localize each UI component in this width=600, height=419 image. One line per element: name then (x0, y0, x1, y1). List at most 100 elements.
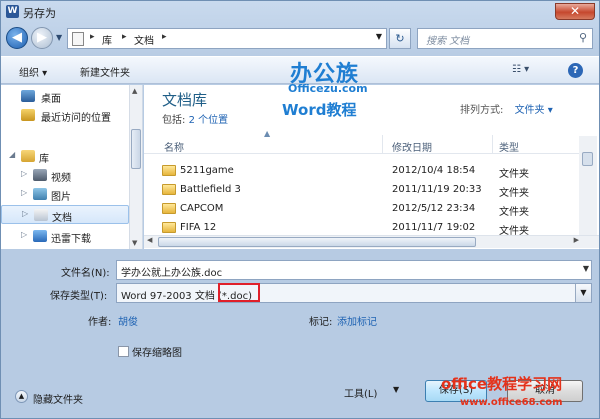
column-name[interactable]: 名称 (164, 139, 184, 154)
expand-icon[interactable]: ▷ (22, 209, 28, 218)
expand-icon[interactable]: ▷ (21, 230, 27, 239)
column-date-modified[interactable]: 修改日期 (392, 139, 432, 154)
documents-icon (34, 209, 48, 221)
scroll-left-icon[interactable]: ◀ (147, 236, 152, 244)
scroll-right-icon[interactable]: ▶ (574, 236, 579, 244)
file-type: 文件夹 (499, 207, 529, 218)
expand-icon[interactable]: ▷ (21, 169, 27, 178)
column-divider[interactable] (492, 135, 493, 154)
breadcrumb-arrow-icon[interactable]: ▸ (122, 32, 127, 42)
new-folder-button[interactable]: 新建文件夹 (80, 64, 130, 79)
sidebar-item-library[interactable]: ◢ 库 (1, 147, 129, 166)
breadcrumb-documents[interactable]: 文档 (134, 32, 154, 47)
watermark-corner-url: www.office68.com (460, 397, 563, 408)
address-dropdown-icon[interactable]: ▼ (376, 32, 382, 41)
sidebar-item-label: 视频 (51, 173, 71, 184)
filename-value: 学办公就上办公族.doc (121, 268, 223, 279)
folder-icon (162, 184, 176, 195)
sidebar-item-pictures[interactable]: ▷ 图片 (1, 185, 129, 204)
sidebar-item-desktop[interactable]: 桌面 (1, 87, 129, 106)
scroll-thumb[interactable] (131, 129, 141, 169)
save-thumbnail-label: 保存缩略图 (132, 348, 182, 359)
column-type[interactable]: 类型 (499, 139, 519, 154)
word-app-icon: W (6, 5, 19, 18)
author-field[interactable]: 胡俊 (118, 313, 138, 328)
sidebar-item-label: 迅雷下载 (51, 234, 91, 245)
breadcrumb-arrow-icon[interactable]: ▸ (90, 32, 95, 42)
arrange-by: 排列方式: 文件夹 ▾ (460, 101, 553, 116)
forward-button[interactable]: ▶ (31, 27, 53, 49)
breadcrumb-library[interactable]: 库 (102, 32, 112, 47)
tools-dropdown-icon[interactable]: ▼ (393, 385, 399, 394)
column-header: 名称 修改日期 类型 (144, 135, 584, 154)
file-type: 文件夹 (499, 169, 529, 180)
scroll-thumb[interactable] (582, 152, 593, 166)
filetype-select[interactable]: Word 97-2003 文档 (*.doc) ▼ (116, 283, 592, 303)
back-button[interactable]: ◀ (6, 27, 28, 49)
breadcrumb-arrow-icon[interactable]: ▸ (162, 32, 167, 42)
sidebar-item-label: 文档 (52, 213, 72, 224)
navigation-scrollbar[interactable]: ▲ ▼ (129, 85, 142, 249)
history-dropdown-icon[interactable]: ▼ (56, 33, 62, 42)
folder-icon (162, 222, 176, 233)
arrange-by-dropdown[interactable]: 文件夹 ▾ (515, 105, 553, 116)
table-row[interactable]: 5211game 2012/10/4 18:54 文件夹 (162, 162, 582, 181)
library-icon (21, 150, 35, 162)
filetype-dropdown-icon[interactable]: ▼ (575, 284, 591, 302)
table-row[interactable]: Battlefield 3 2011/11/19 20:33 文件夹 (162, 181, 582, 200)
filename-dropdown-icon[interactable]: ▼ (583, 264, 589, 273)
address-bar[interactable]: ▸ 库 ▸ 文档 ▸ ▼ (67, 28, 387, 49)
tools-button[interactable]: 工具(L) (344, 385, 377, 400)
recent-places-icon (21, 109, 35, 121)
organize-button[interactable]: 组织 ▾ (19, 64, 47, 79)
filetype-label: 保存类型(T): (50, 291, 108, 302)
file-name: Battlefield 3 (180, 184, 241, 195)
scroll-thumb[interactable] (158, 237, 476, 247)
search-input[interactable]: 搜索 文档 ⚲ (417, 28, 593, 49)
watermark-corner: office教程学习网 (441, 375, 563, 393)
file-date: 2011/11/19 20:33 (392, 184, 482, 195)
file-name: FIFA 12 (180, 222, 217, 233)
file-date: 2012/5/12 23:34 (392, 203, 476, 214)
column-divider[interactable] (382, 135, 383, 154)
views-icon[interactable]: ☷ ▾ (512, 64, 529, 75)
hide-folders-button[interactable]: 隐藏文件夹 (33, 391, 83, 406)
folder-icon (162, 203, 176, 214)
scroll-up-icon[interactable]: ▲ (132, 87, 137, 95)
library-includes: 包括: 2 个位置 (162, 111, 228, 126)
watermark-site: Officezu.com (288, 82, 368, 95)
vertical-scrollbar[interactable] (579, 136, 597, 236)
sidebar-item-label: 图片 (51, 192, 71, 203)
sidebar-item-thunder-download[interactable]: ▷ 迅雷下载 (1, 227, 129, 246)
horizontal-scrollbar[interactable]: ◀ ▶ (144, 235, 599, 248)
expand-icon[interactable]: ▷ (21, 188, 27, 197)
scroll-down-icon[interactable]: ▼ (132, 239, 137, 247)
library-title: 文档库 (162, 91, 208, 109)
filename-label: 文件名(N): (61, 268, 110, 279)
sidebar-item-recent-places[interactable]: 最近访问的位置 (1, 106, 129, 125)
help-icon[interactable]: ? (568, 63, 583, 78)
table-row[interactable]: CAPCOM 2012/5/12 23:34 文件夹 (162, 200, 582, 219)
tags-field[interactable]: 添加标记 (337, 313, 377, 328)
sidebar-item-video[interactable]: ▷ 视频 (1, 166, 129, 185)
file-type: 文件夹 (499, 188, 529, 199)
hide-folders-icon[interactable]: ▲ (15, 390, 28, 403)
sidebar-item-documents[interactable]: ▷ 文档 (1, 205, 129, 224)
close-button[interactable]: ✕ (555, 3, 595, 20)
file-date: 2012/10/4 18:54 (392, 165, 476, 176)
tags-label: 标记: (309, 317, 333, 328)
file-list-pane: 文档库 包括: 2 个位置 排列方式: 文件夹 ▾ ▲ 名称 修改日期 类型 5… (144, 85, 599, 249)
video-icon (33, 169, 47, 181)
includes-label: 包括: (162, 115, 186, 126)
title-bar: W 另存为 ✕ (1, 1, 599, 23)
filename-input[interactable]: 学办公就上办公族.doc ▼ (116, 260, 592, 280)
includes-locations-link[interactable]: 2 个位置 (189, 115, 229, 126)
folder-icon (162, 165, 176, 176)
refresh-button[interactable]: ↻ (389, 28, 411, 49)
arrange-label: 排列方式: (460, 105, 504, 116)
save-as-dialog: W 另存为 ✕ ◀ ▶ ▼ ▸ 库 ▸ 文档 ▸ ▼ ↻ 搜索 文档 ⚲ 组织 … (0, 0, 600, 419)
collapse-icon[interactable]: ◢ (9, 150, 15, 159)
window-title: 另存为 (23, 7, 56, 20)
thunder-download-icon (33, 230, 47, 242)
save-thumbnail-checkbox[interactable] (118, 346, 129, 357)
